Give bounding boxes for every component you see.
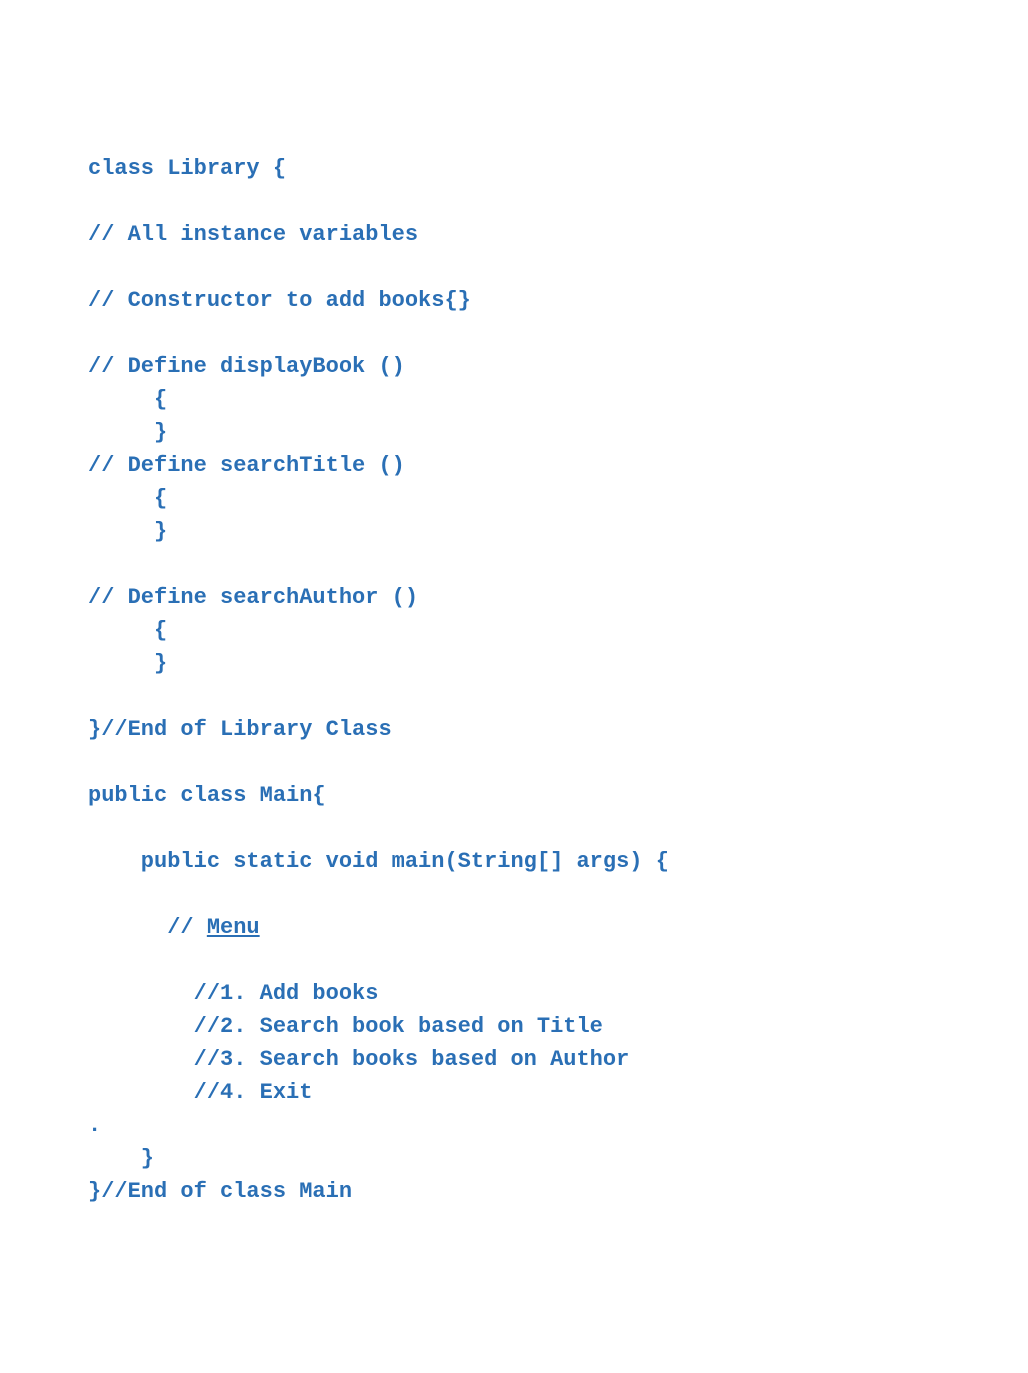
code-line: } (88, 420, 167, 445)
code-line: class Library { (88, 156, 286, 181)
code-line: public class Main{ (88, 783, 326, 808)
code-line: // Menu (88, 915, 260, 940)
code-line: { (88, 618, 167, 643)
code-line: //3. Search books based on Author (88, 1047, 629, 1072)
code-line: //4. Exit (88, 1080, 312, 1105)
code-line: } (88, 651, 167, 676)
code-line: // Define searchTitle () (88, 453, 405, 478)
code-line: // Define searchAuthor () (88, 585, 418, 610)
menu-underlined: Menu (207, 915, 260, 940)
code-line: . (88, 1113, 101, 1138)
code-line: public static void main(String[] args) { (88, 849, 669, 874)
code-line: }//End of Library Class (88, 717, 392, 742)
code-line: //2. Search book based on Title (88, 1014, 603, 1039)
code-line: // All instance variables (88, 222, 418, 247)
code-text: // (88, 915, 207, 940)
code-block: class Library { // All instance variable… (88, 152, 1028, 1208)
code-line: //1. Add books (88, 981, 378, 1006)
code-line: { (88, 387, 167, 412)
code-line: // Define displayBook () (88, 354, 405, 379)
code-line: } (88, 1146, 154, 1171)
code-line: { (88, 486, 167, 511)
code-line: } (88, 519, 167, 544)
code-line: // Constructor to add books{} (88, 288, 471, 313)
code-line: }//End of class Main (88, 1179, 352, 1204)
